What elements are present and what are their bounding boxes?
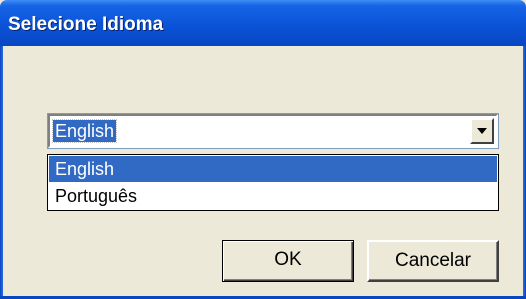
language-option-english[interactable]: English: [49, 156, 497, 182]
combobox-dropdown-button[interactable]: [470, 118, 494, 144]
language-option-portugues[interactable]: Português: [49, 183, 497, 209]
language-dialog: Selecione Idioma English English Portugu…: [0, 0, 526, 299]
window-frame-left: [0, 46, 3, 299]
language-dropdown-list: English Português: [47, 154, 499, 211]
combobox-selected-value: English: [51, 119, 118, 143]
dialog-title: Selecione Idioma: [8, 14, 164, 35]
dropdown-arrow-icon: [477, 128, 487, 134]
title-bar[interactable]: Selecione Idioma: [0, 0, 526, 46]
language-combobox[interactable]: English: [47, 113, 499, 149]
cancel-button[interactable]: Cancelar: [367, 240, 499, 282]
ok-button[interactable]: OK: [222, 240, 354, 282]
